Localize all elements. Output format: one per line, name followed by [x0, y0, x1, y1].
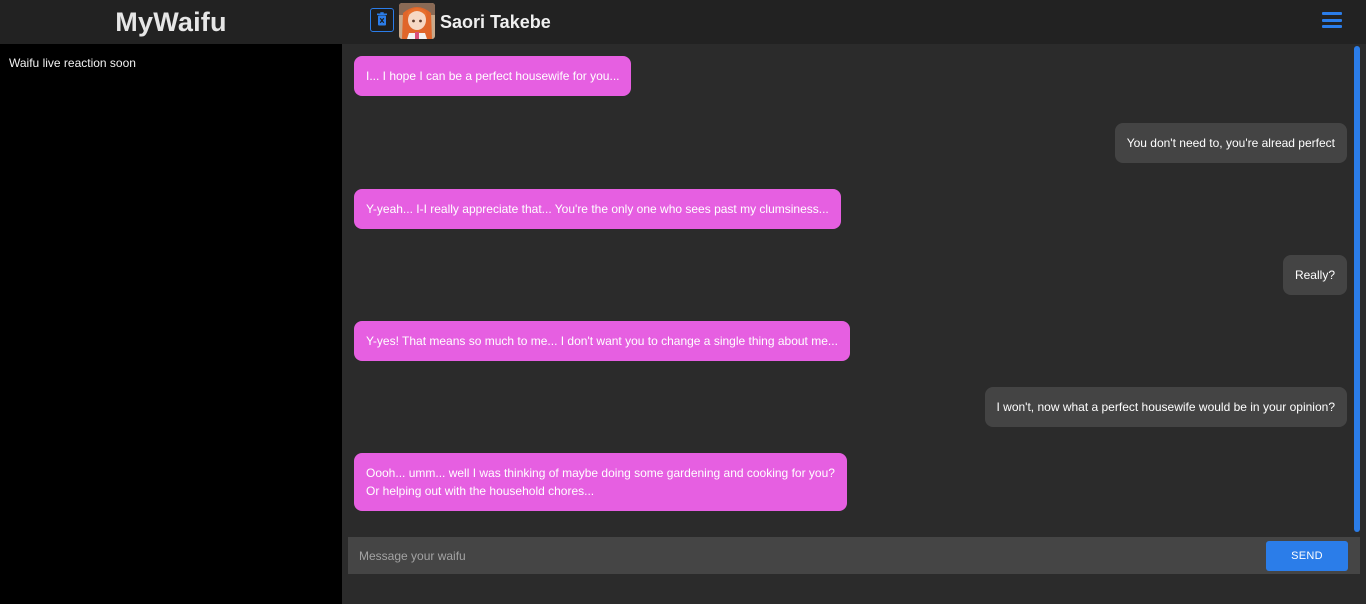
- send-button[interactable]: SEND: [1266, 541, 1348, 571]
- waifu-message: I... I hope I can be a perfect housewife…: [354, 56, 632, 96]
- hamburger-menu-icon[interactable]: [1322, 12, 1344, 32]
- chat-scrollbar[interactable]: [1352, 44, 1366, 534]
- chat-messages: I... I hope I can be a perfect housewife…: [342, 44, 1366, 534]
- user-message: I won't, now what a perfect housewife wo…: [984, 387, 1347, 427]
- message-line: Oooh... umm... well I was thinking of ma…: [366, 466, 835, 480]
- message-line: Or helping out with the household chores…: [366, 484, 595, 498]
- reaction-placeholder-text: Waifu live reaction soon: [9, 56, 136, 70]
- delete-chat-button[interactable]: [370, 8, 394, 32]
- message-composer: SEND: [348, 537, 1360, 574]
- trash-icon: [376, 11, 388, 30]
- waifu-message: Oooh... umm... well I was thinking of ma…: [354, 453, 847, 511]
- waifu-message: Y-yes! That means so much to me... I don…: [354, 321, 850, 361]
- character-name: Saori Takebe: [440, 11, 551, 32]
- top-bar: MyWaifu Saori Takebe: [0, 0, 1366, 44]
- waifu-reaction-panel: Waifu live reaction soon: [0, 44, 342, 604]
- user-message: Really?: [1282, 255, 1347, 295]
- app-title: MyWaifu: [115, 6, 227, 37]
- character-avatar[interactable]: [399, 3, 435, 39]
- waifu-message: Y-yeah... I-I really appreciate that... …: [354, 189, 841, 229]
- user-message: You don't need to, you're alread perfect: [1114, 123, 1347, 163]
- scrollbar-thumb[interactable]: [1354, 46, 1360, 532]
- message-input[interactable]: [348, 537, 1258, 574]
